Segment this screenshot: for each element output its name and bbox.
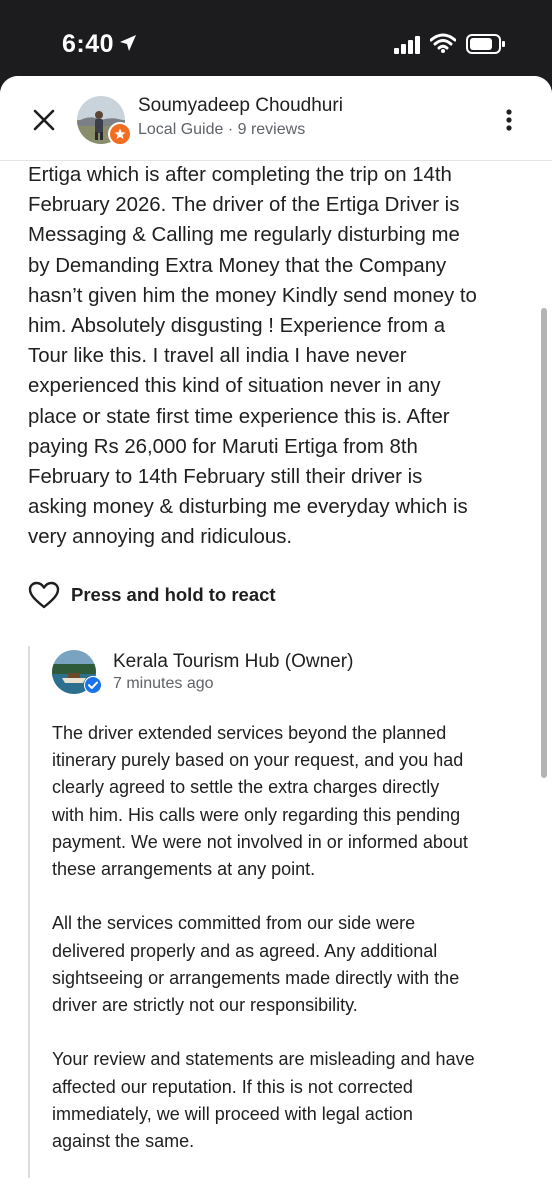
battery-icon [466, 34, 505, 54]
cellular-signal-icon [394, 36, 420, 54]
heart-outline-icon[interactable] [28, 581, 60, 609]
reply-line: clearly agreed to settle the extra charg… [52, 777, 440, 798]
reply-timestamp: 7 minutes ago [113, 675, 214, 692]
reviewer-meta: Local Guide · 9 reviews [138, 121, 306, 138]
review-header: Soumyadeep Choudhuri Local Guide · 9 rev… [0, 76, 552, 161]
more-vertical-icon[interactable] [495, 106, 523, 134]
reply-line: payment. We were not involved in or info… [52, 831, 468, 852]
owner-reply-text: The driver extended services beyond the … [52, 720, 527, 1155]
reply-line: The driver extended services beyond the … [52, 723, 447, 743]
reply-line: affected our reputation. If this is not … [52, 1076, 413, 1097]
reply-line: All the services committed from our side… [52, 913, 416, 934]
review-line: Ertiga which is after completing the tri… [28, 164, 452, 186]
reply-line: these arrangements at any point. [52, 859, 316, 880]
review-line: February 2026. The driver of the Ertiga … [28, 194, 460, 217]
owner-name[interactable]: Kerala Tourism Hub (Owner) [113, 651, 353, 673]
status-time: 6:40 [62, 30, 115, 58]
review-line: him. Absolutely disgusting ! Experience … [28, 315, 446, 338]
status-bar: 6:40 [0, 0, 552, 80]
reply-line: with him. His calls were only regarding … [52, 804, 461, 825]
review-line: by Demanding Extra Money that the Compan… [28, 254, 447, 277]
review-line: Tour like this. I travel all india I hav… [28, 345, 407, 368]
review-line: place or state first time experience thi… [28, 405, 450, 428]
local-guide-badge-icon [108, 122, 132, 146]
review-line: Messaging & Calling me regularly disturb… [28, 224, 460, 247]
react-label: Press and hold to react [71, 584, 276, 605]
location-arrow-icon [120, 35, 136, 51]
review-sheet: Soumyadeep Choudhuri Local Guide · 9 rev… [0, 76, 552, 1200]
reply-line: delivered properly and as agreed. Any ad… [52, 940, 438, 961]
review-line: hasn’t given him the money Kindly send m… [28, 284, 477, 307]
reply-divider [28, 646, 30, 1178]
reply-line: Your review and statements are misleadin… [52, 1049, 475, 1070]
review-line: paying Rs 26,000 for Maruti Ertiga from … [28, 435, 418, 458]
reply-line: itinerary purely based on your request, … [52, 750, 464, 771]
verified-check-icon [84, 676, 102, 694]
reply-line: driver are strictly not our responsibili… [52, 995, 358, 1016]
review-line: February to 14th February still their dr… [28, 466, 423, 489]
wifi-icon [430, 33, 456, 53]
close-icon[interactable] [30, 106, 58, 134]
review-line: very annoying and ridiculous. [28, 526, 293, 549]
reviewer-name[interactable]: Soumyadeep Choudhuri [138, 95, 343, 117]
scrollbar[interactable] [541, 308, 547, 778]
review-line: asking money & disturbing me everyday wh… [28, 496, 468, 519]
reply-line: against the same. [52, 1131, 195, 1152]
review-text: Ertiga which is after completing the tri… [28, 160, 528, 553]
reply-line: immediately, we will proceed with legal … [52, 1103, 413, 1124]
review-line: experienced this kind of situation never… [28, 375, 441, 398]
reply-line: sightseeing or arrangements made directl… [52, 967, 460, 988]
